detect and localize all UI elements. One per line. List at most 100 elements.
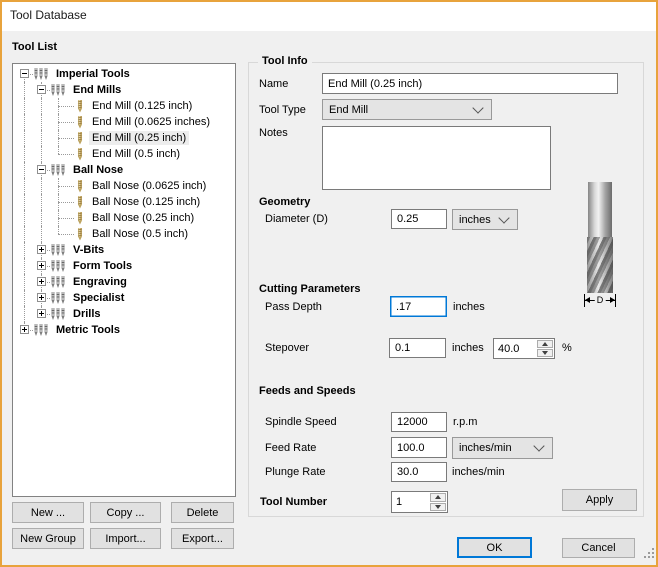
ok-button[interactable]: OK (457, 537, 532, 558)
tree-item[interactable]: Form Tools (16, 258, 235, 274)
tree-connector (16, 322, 33, 338)
tree-item[interactable]: Ball Nose (0.0625 inch) (16, 178, 235, 194)
feed-rate-input[interactable] (391, 437, 447, 458)
tree-item-label: End Mill (0.125 inch) (92, 100, 193, 112)
tree-guide-line (33, 114, 50, 130)
notes-textarea[interactable] (322, 126, 551, 190)
feed-rate-label: Feed Rate (265, 441, 317, 454)
tool-type-select[interactable]: End Mill (322, 99, 492, 120)
pass-depth-label: Pass Depth (265, 300, 322, 313)
tree-item[interactable]: End Mill (0.25 inch) (16, 130, 235, 146)
drill-bits-group-icon (50, 243, 67, 257)
tree-connector (33, 82, 50, 98)
plunge-rate-input[interactable] (391, 462, 447, 482)
notes-label: Notes (259, 127, 288, 139)
tree-item[interactable]: Specialist (16, 290, 235, 306)
spindle-speed-input[interactable] (391, 412, 447, 432)
tree-item[interactable]: Metric Tools (16, 322, 235, 338)
tree-connector (50, 114, 74, 130)
new-tool-button[interactable]: New ... (12, 502, 84, 523)
cutting-parameters-heading: Cutting Parameters (259, 283, 361, 295)
drill-bits-group-icon (50, 275, 67, 289)
copy-tool-button[interactable]: Copy ... (90, 502, 161, 523)
tree-guide-line (16, 242, 33, 258)
plus-box-icon[interactable] (20, 325, 29, 334)
import-button[interactable]: Import... (90, 528, 161, 549)
arrow-down-icon (542, 351, 548, 355)
name-input[interactable] (322, 73, 618, 94)
stepover-percent-stepper[interactable] (493, 338, 555, 359)
tree-item-label: End Mill (0.0625 inches) (92, 116, 211, 128)
minus-box-icon[interactable] (20, 69, 29, 78)
tree-item[interactable]: Engraving (16, 274, 235, 290)
tree-item-label: Ball Nose (0.5 inch) (92, 228, 188, 240)
tree-connector (33, 162, 50, 178)
tree-item[interactable]: End Mill (0.0625 inches) (16, 114, 235, 130)
tool-type-label: Tool Type (259, 103, 306, 116)
tree-guide-line (16, 226, 33, 242)
tool-tree[interactable]: Imperial Tools End Mills End Mill (0.125 i… (12, 63, 236, 497)
tree-guide-line (16, 82, 33, 98)
tree-connector (33, 274, 50, 290)
tree-item[interactable]: End Mills (16, 82, 235, 98)
tree-item[interactable]: Ball Nose (0.125 inch) (16, 194, 235, 210)
arrow-left-icon (585, 297, 590, 303)
diameter-dimension-label: D (594, 294, 606, 307)
tree-item[interactable]: V-Bits (16, 242, 235, 258)
tree-item-label: End Mill (0.25 inch) (89, 131, 190, 145)
tree-guide-line (33, 178, 50, 194)
minus-box-icon[interactable] (37, 85, 46, 94)
tree-item[interactable]: Imperial Tools (16, 66, 235, 82)
plus-box-icon[interactable] (37, 293, 46, 302)
pass-depth-input[interactable] (390, 296, 447, 317)
drill-bits-group-icon (50, 259, 67, 273)
drill-bit-icon (74, 115, 86, 129)
spin-up-button[interactable] (430, 493, 446, 502)
tree-guide-line (33, 210, 50, 226)
resize-grip-icon[interactable] (644, 548, 656, 560)
plus-box-icon[interactable] (37, 309, 46, 318)
export-button[interactable]: Export... (171, 528, 234, 549)
end-mill-shank-image (588, 182, 612, 237)
feed-rate-units-value: inches/min (459, 442, 512, 454)
tree-item[interactable]: Ball Nose (16, 162, 235, 178)
feed-rate-units-select[interactable]: inches/min (452, 437, 553, 459)
name-label: Name (259, 77, 289, 90)
tree-connector (50, 178, 74, 194)
spindle-speed-label: Spindle Speed (265, 416, 337, 428)
tree-connector (33, 258, 50, 274)
plus-box-icon[interactable] (37, 261, 46, 270)
tree-item[interactable]: Drills (16, 306, 235, 322)
spin-down-button[interactable] (430, 502, 446, 511)
tree-item[interactable]: Ball Nose (0.5 inch) (16, 226, 235, 242)
plus-box-icon[interactable] (37, 277, 46, 286)
delete-button[interactable]: Delete (171, 502, 234, 523)
tree-item[interactable]: Ball Nose (0.25 inch) (16, 210, 235, 226)
tree-item[interactable]: End Mill (0.5 inch) (16, 146, 235, 162)
apply-button[interactable]: Apply (562, 489, 637, 511)
plunge-rate-units: inches/min (452, 466, 505, 478)
tree-item-label: Drills (73, 308, 101, 320)
tool-number-stepper[interactable] (391, 491, 448, 513)
cancel-button[interactable]: Cancel (562, 538, 635, 558)
spin-up-button[interactable] (537, 340, 553, 348)
drill-bit-icon (74, 179, 86, 193)
minus-box-icon[interactable] (37, 165, 46, 174)
tool-number-input[interactable] (392, 492, 429, 512)
spin-down-button[interactable] (537, 349, 553, 357)
stepover-input[interactable] (389, 338, 446, 358)
tree-item-label: Engraving (73, 276, 127, 288)
tree-connector (50, 146, 74, 162)
new-group-button[interactable]: New Group (12, 528, 84, 549)
chevron-down-icon (472, 101, 484, 114)
chevron-down-icon (533, 440, 545, 452)
drill-bits-group-icon (50, 163, 67, 177)
diameter-units-select[interactable]: inches (452, 209, 518, 230)
drill-bit-icon (74, 227, 86, 241)
stepover-percent-input[interactable] (494, 339, 536, 358)
tree-guide-line (33, 130, 50, 146)
tool-type-value: End Mill (329, 103, 369, 116)
tree-item[interactable]: End Mill (0.125 inch) (16, 98, 235, 114)
diameter-input[interactable] (391, 209, 447, 229)
plus-box-icon[interactable] (37, 245, 46, 254)
